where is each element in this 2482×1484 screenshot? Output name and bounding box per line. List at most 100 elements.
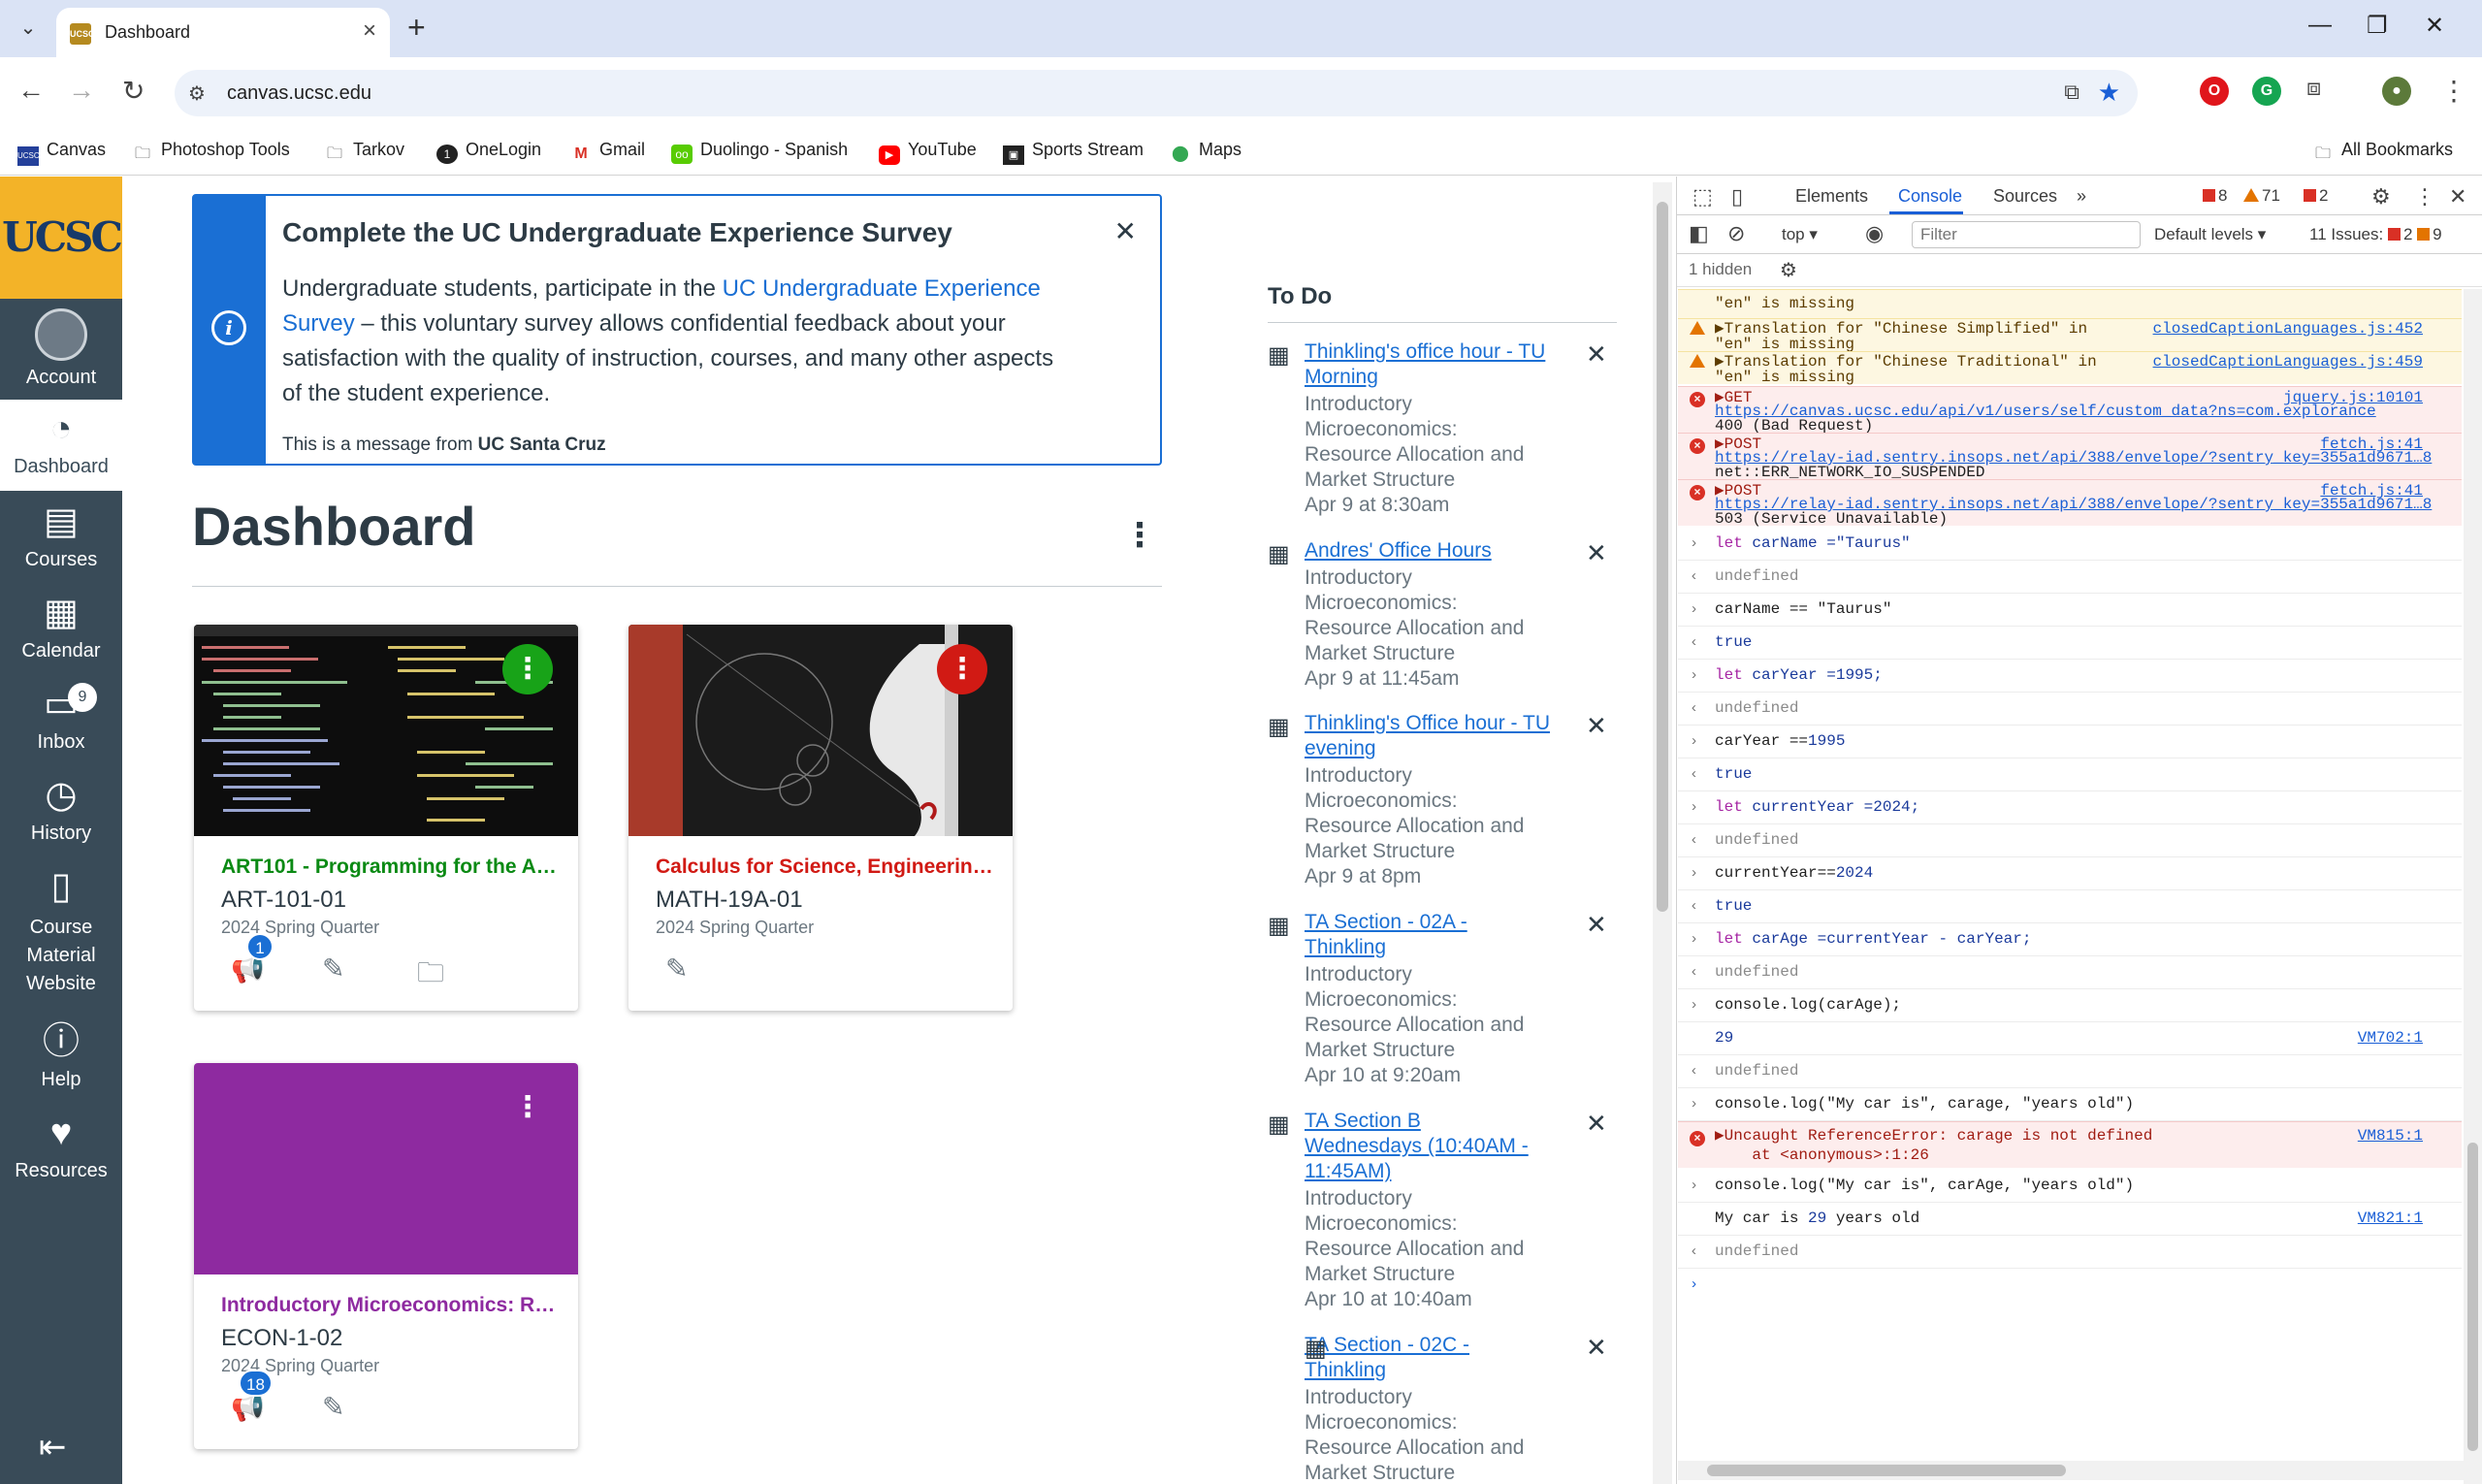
todo-link[interactable]: Andres' Office Hours [1305, 538, 1566, 564]
issues-counter[interactable]: 11 Issues: 2 9 [2309, 225, 2442, 244]
sidebar-toggle-icon[interactable]: ◧ [1689, 221, 1709, 246]
bookmark-canvas[interactable]: UCSC Canvas [17, 140, 106, 166]
console-settings-icon[interactable]: ⚙ [1780, 258, 1797, 282]
reload-icon[interactable]: ↻ [122, 75, 145, 107]
back-icon[interactable]: ← [17, 75, 45, 106]
source-link[interactable]: VM702:1 [2358, 1028, 2423, 1048]
course-card-image[interactable]: ⋮ [629, 625, 1013, 836]
bookmark-tarkov[interactable]: 🗀 Tarkov [324, 140, 404, 164]
extensions-puzzle-icon[interactable]: ⧈ [2306, 75, 2321, 102]
card-options-icon[interactable]: ⋮ [937, 644, 987, 694]
dismiss-icon[interactable]: ✕ [1586, 1109, 1607, 1139]
course-name[interactable]: ART101 - Programming for the Arts [221, 855, 561, 879]
tab-elements[interactable]: Elements [1795, 186, 1868, 207]
dismiss-icon[interactable]: ✕ [1586, 711, 1607, 741]
source-link[interactable]: VM815:1 [2358, 1126, 2423, 1146]
tab-sources[interactable]: Sources [1993, 186, 2057, 207]
ucsc-logo[interactable]: UCSC [0, 177, 123, 299]
todo-link[interactable]: TA Section B Wednesdays (10:40AM - 11:45… [1305, 1109, 1537, 1184]
live-expression-eye-icon[interactable]: ◉ [1865, 221, 1884, 246]
assignments-icon[interactable]: ✎ [322, 952, 344, 984]
nav-help[interactable]: ⓘ Help [0, 1020, 122, 1091]
minimize-button[interactable]: — [2308, 12, 2332, 39]
dismiss-icon[interactable]: ✕ [1586, 1333, 1607, 1363]
course-card-image[interactable]: ⋮ [194, 625, 578, 836]
new-tab-button[interactable]: + [407, 10, 426, 46]
scrollbar-thumb[interactable] [1707, 1465, 2066, 1476]
page-scrollbar[interactable] [1653, 182, 1672, 1484]
nav-history[interactable]: ◷ History [0, 774, 122, 845]
browser-tab[interactable]: UCSC Dashboard × [56, 8, 390, 57]
bookmark-duolingo[interactable]: oo Duolingo - Spanish [671, 140, 848, 164]
dismiss-icon[interactable]: ✕ [1586, 339, 1607, 370]
grammarly-extension-icon[interactable]: G [2252, 77, 2281, 106]
assignments-icon[interactable]: ✎ [665, 952, 688, 984]
todo-link[interactable]: Thinkling's office hour - TU Morning [1305, 339, 1566, 390]
scrollbar-thumb[interactable] [2467, 1143, 2478, 1451]
console-horizontal-scrollbar[interactable] [1678, 1461, 2464, 1480]
card-options-icon[interactable]: ⋮ [502, 644, 553, 694]
close-devtools-icon[interactable]: ✕ [2449, 184, 2466, 210]
bookmark-sports-stream[interactable]: ▣ Sports Stream [1003, 140, 1144, 165]
bookmark-gmail[interactable]: M Gmail [570, 140, 645, 164]
opera-extension-icon[interactable]: O [2200, 77, 2229, 106]
context-selector[interactable]: top ▾ [1782, 225, 1818, 244]
more-tabs-icon[interactable]: » [2077, 186, 2086, 207]
console-filter-input[interactable] [1912, 221, 2141, 248]
collapse-nav-icon[interactable]: ⇤ [39, 1428, 67, 1467]
bookmark-photoshop-tools[interactable]: 🗀 Photoshop Tools [132, 140, 290, 164]
dismiss-icon[interactable]: ✕ [1586, 910, 1607, 940]
bookmark-onelogin[interactable]: 1 OneLogin [436, 140, 541, 164]
nav-resources[interactable]: ♥ Resources [0, 1112, 122, 1182]
bookmark-maps[interactable]: ⬤ Maps [1170, 140, 1241, 164]
nav-account[interactable]: Account [0, 308, 122, 389]
device-toolbar-icon[interactable]: ▯ [1731, 184, 1743, 210]
nav-courses[interactable]: ▤ Courses [0, 500, 122, 571]
bookmark-youtube[interactable]: ▶ YouTube [879, 140, 977, 165]
course-card[interactable]: ⋮ ART101 - Programming for the Arts ART-… [194, 625, 578, 1011]
course-card[interactable]: ⋮ Introductory Microeconomics: Res... EC… [194, 1063, 578, 1449]
course-card-image[interactable]: ⋮ [194, 1063, 578, 1274]
nav-inbox[interactable]: ▭ 9 Inbox [0, 683, 122, 754]
tab-search-button[interactable]: ⌄ [12, 14, 45, 43]
log-levels-dropdown[interactable]: Default levels ▾ [2154, 225, 2266, 244]
bookmark-star-icon[interactable]: ★ [2098, 78, 2120, 108]
close-window-button[interactable]: ✕ [2425, 12, 2444, 40]
clear-console-icon[interactable]: ⊘ [1727, 221, 1745, 246]
profile-avatar[interactable]: ● [2382, 77, 2411, 106]
tab-close-icon[interactable]: × [363, 17, 376, 45]
inspect-element-icon[interactable]: ⬚ [1692, 184, 1713, 210]
nav-course-material-website[interactable]: ▯ Course Material Website [0, 865, 122, 998]
scrollbar-thumb[interactable] [1657, 202, 1668, 912]
card-options-icon[interactable]: ⋮ [502, 1082, 553, 1133]
log-text[interactable]: ▶Uncaught ReferenceError: carage is not … [1715, 1126, 2423, 1146]
all-bookmarks-button[interactable]: 🗀 All Bookmarks [2312, 140, 2453, 164]
nav-calendar[interactable]: ▦ Calendar [0, 592, 122, 662]
settings-gear-icon[interactable]: ⚙ [2371, 184, 2391, 210]
course-card[interactable]: ⋮ Calculus for Science, Engineering, ...… [629, 625, 1013, 1011]
course-name[interactable]: Calculus for Science, Engineering, ... [656, 855, 995, 879]
dismiss-icon[interactable]: ✕ [1586, 538, 1607, 568]
restore-button[interactable]: ❐ [2367, 12, 2388, 40]
console-scrollbar[interactable] [2464, 289, 2482, 1484]
chrome-menu-icon[interactable]: ⋮ [2440, 75, 2467, 107]
tab-console[interactable]: Console [1898, 186, 1962, 207]
files-folder-icon[interactable]: 🗀 [417, 952, 444, 999]
issue-count[interactable]: 2 [2304, 186, 2328, 206]
forward-icon[interactable]: → [68, 75, 95, 106]
todo-link[interactable]: TA Section - 02A - Thinkling [1305, 910, 1499, 960]
warning-count[interactable]: 71 [2243, 186, 2280, 206]
close-icon[interactable]: ✕ [1114, 215, 1137, 247]
todo-link[interactable]: Thinkling's Office hour - TU evening [1305, 711, 1557, 761]
dashboard-options-icon[interactable]: ⋮ [1123, 516, 1156, 555]
assignments-icon[interactable]: ✎ [322, 1391, 344, 1423]
install-app-icon[interactable]: ⧉ [2064, 80, 2079, 105]
devtools-menu-icon[interactable]: ⋮ [2414, 184, 2435, 210]
nav-dashboard[interactable]: ◔ Dashboard [0, 400, 122, 491]
console-prompt[interactable]: › [1678, 1271, 2462, 1304]
error-count[interactable]: 8 [2203, 186, 2227, 206]
todo-link[interactable]: TA Section - 02C - Thinkling [1305, 1333, 1499, 1383]
site-info-icon[interactable]: ⚙ [188, 81, 206, 106]
source-link[interactable]: VM821:1 [2358, 1209, 2423, 1229]
course-name[interactable]: Introductory Microeconomics: Res... [221, 1294, 561, 1317]
